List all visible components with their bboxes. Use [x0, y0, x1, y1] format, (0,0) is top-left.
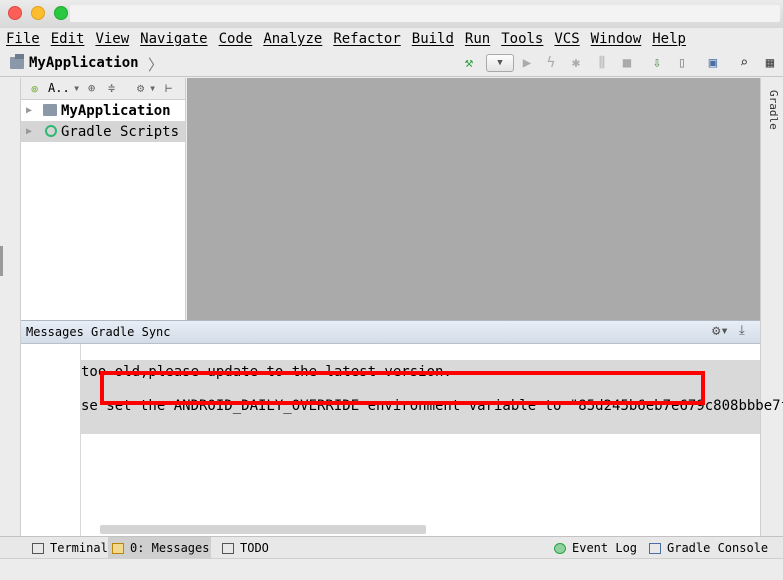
project-view-selector[interactable]: A.. — [48, 81, 70, 95]
tab-label: TODO — [240, 541, 269, 555]
android-icon: ⊚ — [31, 82, 39, 96]
layout-icon[interactable]: ▦ — [761, 54, 779, 72]
tab-todo[interactable]: TODO — [218, 537, 269, 559]
close-window-button[interactable] — [8, 6, 22, 20]
tab-label: Event Log — [572, 541, 638, 555]
menu-file[interactable]: File — [6, 31, 40, 47]
horizontal-scrollbar[interactable] — [100, 525, 426, 534]
debug-icon[interactable]: ✱ — [567, 54, 585, 72]
menu-help[interactable]: Help — [652, 31, 686, 47]
project-panel-toolbar: ⊚ A.. ▾ ⊕ ≑ ⚙ ▾ ⊢ — [21, 78, 185, 100]
tab-label: Terminal — [50, 541, 108, 555]
breadcrumb-project[interactable]: MyApplication — [29, 55, 139, 71]
scroll-from-source-icon[interactable]: ⊕ — [88, 81, 95, 95]
settings-gear-icon[interactable]: ⚙ — [137, 81, 144, 95]
terminal-icon — [32, 542, 44, 554]
todo-icon — [222, 542, 234, 554]
chevron-down-icon: ▼ — [497, 58, 503, 68]
hide-panel-icon[interactable]: ⤓ — [739, 323, 745, 338]
messages-icon — [112, 542, 124, 554]
tab-label: Gradle Console — [667, 541, 769, 555]
zoom-window-button[interactable] — [54, 6, 68, 20]
messages-panel-body: too old,please update to the latest vers… — [21, 344, 783, 536]
expand-arrow-icon[interactable]: ▶ — [26, 105, 32, 116]
attach-debugger-icon[interactable]: ⫼ — [593, 54, 611, 72]
apply-changes-icon[interactable]: ϟ — [542, 54, 560, 72]
menu-run[interactable]: Run — [465, 31, 490, 47]
menu-build[interactable]: Build — [412, 31, 454, 47]
menu-view[interactable]: View — [95, 31, 129, 47]
module-folder-icon — [43, 104, 57, 116]
right-tool-strip: Gradle — [760, 78, 783, 536]
messages-panel-header: Messages Gradle Sync ⚙▾ ⤓ — [21, 320, 760, 344]
tab-gradle-console[interactable]: Gradle Console — [645, 537, 768, 559]
tab-event-log[interactable]: Event Log — [550, 537, 637, 559]
breadcrumb-chevron-icon: 〉 — [148, 56, 164, 74]
project-panel: ⊚ A.. ▾ ⊕ ≑ ⚙ ▾ ⊢ ▶ MyApplication ▶ Grad… — [21, 78, 186, 320]
menu-refactor[interactable]: Refactor — [333, 31, 400, 47]
minimize-window-button[interactable] — [31, 6, 45, 20]
menu-bar: File Edit View Navigate Code Analyze Ref… — [0, 28, 783, 50]
left-tool-strip — [0, 78, 21, 536]
hide-panel-icon[interactable]: ⊢ — [165, 81, 172, 95]
tree-item-myapplication[interactable]: ▶ MyApplication — [21, 100, 185, 121]
menu-edit[interactable]: Edit — [51, 31, 85, 47]
chevron-down-icon[interactable]: ▾ — [149, 81, 156, 95]
event-log-icon — [554, 542, 566, 554]
project-structure-icon[interactable]: ▣ — [704, 54, 722, 72]
bottom-tool-bar: Terminal 0: Messages TODO Event Log Grad… — [0, 536, 783, 559]
menu-tools[interactable]: Tools — [501, 31, 543, 47]
gradle-tool-window-button[interactable]: Gradle — [767, 90, 780, 130]
gradle-console-icon — [649, 542, 661, 554]
messages-gutter — [21, 344, 81, 536]
left-strip-marker — [0, 246, 3, 276]
messages-panel-title: Messages Gradle Sync — [26, 325, 171, 339]
menu-window[interactable]: Window — [591, 31, 642, 47]
settings-gear-icon[interactable]: ⚙▾ — [712, 323, 729, 339]
highlight-annotation-box — [100, 371, 705, 405]
menu-vcs[interactable]: VCS — [554, 31, 579, 47]
sdk-manager-icon[interactable]: ⇩ — [648, 54, 666, 72]
collapse-all-icon[interactable]: ≑ — [108, 81, 115, 95]
status-bar — [0, 558, 783, 580]
title-bar — [0, 0, 783, 28]
run-configuration-dropdown[interactable]: ▼ — [486, 54, 514, 72]
stop-icon[interactable]: ■ — [618, 54, 636, 72]
tree-item-label: Gradle Scripts — [61, 123, 180, 140]
tree-item-label: MyApplication — [61, 102, 171, 119]
avd-manager-icon[interactable]: ▯ — [673, 54, 691, 72]
editor-area[interactable] — [187, 78, 760, 320]
expand-arrow-icon[interactable]: ▶ — [26, 126, 32, 137]
tab-terminal[interactable]: Terminal — [28, 537, 108, 559]
tree-item-gradle-scripts[interactable]: ▶ Gradle Scripts — [21, 121, 185, 142]
search-icon[interactable]: ⌕ — [735, 54, 753, 72]
chevron-down-icon[interactable]: ▾ — [73, 81, 80, 95]
menu-navigate[interactable]: Navigate — [140, 31, 207, 47]
project-folder-icon — [10, 54, 24, 69]
tab-messages[interactable]: 0: Messages — [108, 537, 211, 559]
tab-label: 0: Messages — [130, 541, 210, 555]
run-icon[interactable]: ▶ — [518, 54, 536, 72]
gradle-icon — [45, 125, 57, 137]
build-hammer-icon[interactable]: ⚒ — [460, 54, 478, 72]
window-title-area — [70, 5, 780, 22]
menu-analyze[interactable]: Analyze — [263, 31, 322, 47]
menu-code[interactable]: Code — [219, 31, 253, 47]
